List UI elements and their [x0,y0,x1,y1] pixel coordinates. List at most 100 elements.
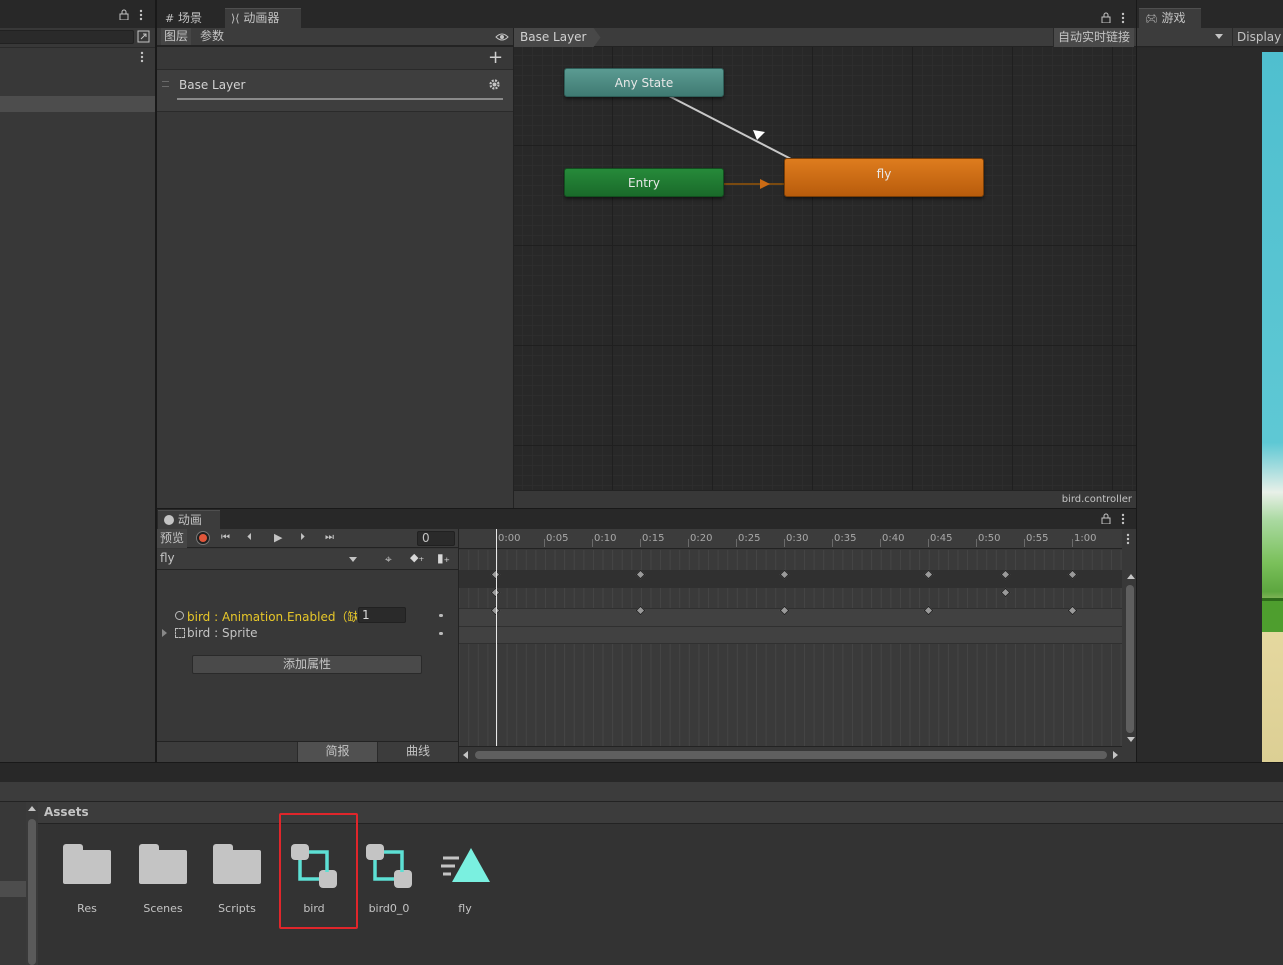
tab-scene[interactable]: # 场景 [159,9,208,28]
property-options-icon[interactable] [439,632,443,635]
ruler-label: 0:25 [738,533,761,544]
keyframe-tracks[interactable] [459,550,1122,746]
ruler-label: 0:45 [930,533,953,544]
playhead[interactable] [496,529,497,746]
prev-frame-icon[interactable]: ⏴ [247,532,252,543]
horizontal-scrollbar[interactable] [459,746,1122,762]
tab-parameters[interactable]: 参数 [197,28,227,45]
add-layer-button[interactable]: + [488,49,503,67]
ruler-tick [880,539,881,547]
layer-weight-bar[interactable] [177,98,503,100]
asset-folder-res[interactable]: Res [52,844,122,915]
search-toggle-icon[interactable] [137,30,151,44]
assets-grid: Res Scenes Scripts bird bird0_0 fly [38,813,1283,965]
breadcrumb[interactable]: Base Layer [514,28,601,47]
dopesheet-mode-button[interactable]: 简报 [297,742,377,762]
property-value-field[interactable]: 1 [358,607,406,623]
time-ruler[interactable]: 0:00 0:05 0:10 0:15 0:20 0:25 0:30 0:35 0:40 0:45… [459,529,1122,549]
scene-menu-icon[interactable] [140,51,146,63]
game-viewport[interactable] [1137,48,1283,762]
asset-folder-scenes[interactable]: Scenes [128,844,198,915]
hierarchy-selected-row[interactable] [0,96,156,112]
folder-tree-scrollbar[interactable] [26,802,38,965]
graph-canvas[interactable]: Any State Entry fly [514,47,1136,490]
scroll-down-icon[interactable] [1127,737,1135,742]
summary-track[interactable] [459,570,1122,588]
property-row-sprite[interactable]: bird : Sprite [157,625,458,643]
animator-graph[interactable]: Base Layer 自动实时链接 Any State Entry fly bi… [514,28,1136,508]
game-render [1262,52,1283,762]
asset-folder-scripts[interactable]: Scripts [202,844,272,915]
more-menu-icon[interactable] [1121,513,1125,528]
ruler-label: 0:50 [978,533,1001,544]
hierarchy-search-input[interactable] [0,30,134,44]
asset-bird0-0-controller[interactable]: bird0_0 [354,842,424,915]
eye-icon[interactable] [495,31,509,45]
more-menu-icon[interactable] [1121,12,1125,27]
clip-dropdown[interactable]: fly [157,549,362,569]
property-options-icon[interactable] [439,614,443,617]
display-dropdown[interactable]: Display [1232,28,1283,47]
playback-toolbar: 预览 ⏮ ⏴ ▶ ⏵ ⏭ 0 [157,529,458,548]
ruler-tick [832,539,833,547]
ruler-label: 0:55 [1026,533,1049,544]
play-icon[interactable]: ▶ [274,531,282,544]
animator-controller-icon [291,844,337,888]
gear-icon[interactable] [488,78,501,94]
game-view-dropdown-icon[interactable] [1215,34,1223,39]
horizontal-scroll-thumb[interactable] [475,751,1107,759]
state-any-state[interactable]: Any State [564,68,724,97]
breadcrumb[interactable]: Assets [44,805,89,819]
lock-icon[interactable] [119,9,129,21]
vertical-scrollbar[interactable] [1124,571,1136,746]
first-frame-icon[interactable]: ⏮ [221,532,230,543]
asset-fly-animation[interactable]: fly [430,842,500,915]
lock-icon[interactable] [1101,513,1111,527]
record-button[interactable] [196,531,210,545]
last-frame-icon[interactable]: ⏭ [325,532,334,543]
snap-icon[interactable]: ⌖ [385,552,392,567]
animation-controls: 预览 ⏮ ⏴ ▶ ⏵ ⏭ 0 fly ⌖ ◆₊ ▮₊ bird : Animat… [157,529,458,762]
drag-handle-icon[interactable] [162,81,169,87]
preview-toggle[interactable]: 预览 [157,529,188,548]
asset-bird-controller[interactable]: bird [279,842,349,915]
curves-mode-button[interactable]: 曲线 [377,742,458,762]
scroll-up-icon[interactable] [1127,574,1135,579]
ruler-tick [976,539,977,547]
track-sprite[interactable] [459,626,1122,644]
track-enabled[interactable] [459,608,1122,626]
next-frame-icon[interactable]: ⏵ [300,532,305,543]
ruler-label: 0:00 [498,533,521,544]
layer-item-base[interactable]: Base Layer [157,70,513,112]
folder-tree-selected-row[interactable] [0,881,26,897]
scroll-left-icon[interactable] [463,751,468,759]
keyframe[interactable] [1000,587,1011,598]
more-menu-icon[interactable] [1126,533,1130,548]
add-property-button[interactable]: 添加属性 [192,655,422,674]
layers-toolbar: 图层 参数 [157,28,513,46]
dopesheet[interactable]: 0:00 0:05 0:10 0:15 0:20 0:25 0:30 0:35 0:40 0:45… [459,529,1136,762]
tab-animation[interactable]: 动画 [158,510,220,529]
tab-animator[interactable]: ⟩⟨ 动画器 [225,8,301,28]
add-event-icon[interactable]: ▮₊ [437,551,450,565]
vertical-scroll-thumb[interactable] [1126,585,1134,733]
frame-field[interactable]: 0 [417,531,455,546]
folder-icon [63,844,111,884]
more-menu-icon[interactable] [139,9,145,21]
lock-icon[interactable] [1101,12,1111,26]
ruler-tick [784,539,785,547]
add-keyframe-icon[interactable]: ◆₊ [410,551,424,564]
property-row-enabled[interactable]: bird : Animation.Enabled（缺 1 [157,607,458,625]
state-entry[interactable]: Entry [564,168,724,197]
auto-live-link-button[interactable]: 自动实时链接 [1052,28,1134,47]
scroll-right-icon[interactable] [1113,751,1118,759]
state-fly[interactable]: fly [784,158,984,197]
ruler-tick [640,539,641,547]
folder-tree-scroll-thumb[interactable] [28,819,36,965]
tab-layers[interactable]: 图层 [161,28,192,45]
animation-clip-icon [441,848,490,882]
transition-arrowhead [760,179,770,189]
tab-game[interactable]: 🎮︎ 游戏 [1139,8,1201,28]
scroll-up-icon[interactable] [28,806,36,811]
expand-arrow-icon[interactable] [162,629,167,637]
